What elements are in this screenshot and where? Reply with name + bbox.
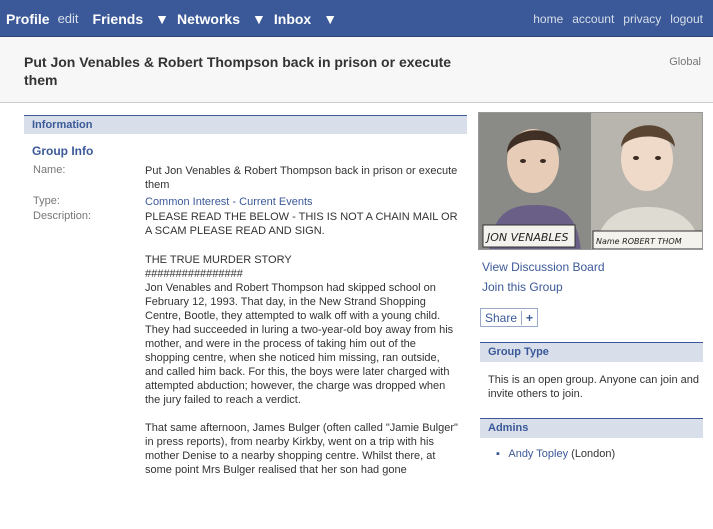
bullet-icon: ▪	[496, 448, 500, 460]
story-rule: ################	[145, 268, 243, 280]
photo-caption-left: JON VENABLES	[485, 231, 568, 244]
nav-home-link[interactable]: home	[533, 12, 563, 26]
nav-networks-link[interactable]: Networks	[177, 11, 240, 27]
story-text: THE TRUE MURDER STORY ################ J…	[145, 253, 460, 477]
name-label: Name:	[33, 164, 66, 176]
group-info-heading: Group Info	[32, 144, 94, 158]
group-type-text: This is an open group. Anyone can join a…	[488, 374, 699, 400]
nav-edit-link[interactable]: edit	[58, 11, 79, 26]
share-plus-icon: +	[521, 310, 537, 325]
friends-dropdown-arrow-icon[interactable]: ▼	[155, 11, 169, 27]
type-label: Type:	[33, 195, 60, 207]
story-paragraph-1: Jon Venables and Robert Thompson had ski…	[145, 282, 454, 406]
join-group-link[interactable]: Join this Group	[482, 280, 563, 294]
top-nav-bar: Profile edit Friends ▼ Networks ▼ Inbox ▼ h…	[0, 0, 713, 37]
networks-dropdown-arrow-icon[interactable]: ▼	[252, 11, 266, 27]
admin-location: (London)	[571, 448, 616, 460]
admin-list-item: ▪ Andy Topley (London)	[496, 448, 615, 460]
nav-logout-link[interactable]: logout	[670, 12, 703, 26]
story-paragraph-2: That same afternoon, James Bulger (often…	[145, 422, 458, 476]
description-intro: PLEASE READ THE BELOW - THIS IS NOT A CH…	[145, 211, 458, 237]
admin-name-link[interactable]: Andy Topley	[508, 448, 568, 460]
share-label: Share	[485, 310, 518, 325]
group-title: Put Jon Venables & Robert Thompson back …	[24, 54, 452, 88]
name-value: Put Jon Venables & Robert Thompson back …	[145, 165, 458, 191]
nav-privacy-link[interactable]: privacy	[623, 12, 661, 26]
type-value-link[interactable]: Common Interest - Current Events	[145, 195, 460, 209]
description-label: Description:	[33, 210, 92, 222]
group-header: Put Jon Venables & Robert Thompson back …	[0, 37, 713, 103]
nav-right: home account privacy logout	[524, 0, 703, 37]
admins-header: Admins	[480, 418, 703, 438]
nav-profile-link[interactable]: Profile	[6, 11, 50, 27]
inbox-dropdown-arrow-icon[interactable]: ▼	[323, 11, 337, 27]
group-type-header: Group Type	[480, 342, 703, 362]
nav-friends-link[interactable]: Friends	[93, 11, 144, 27]
group-photo[interactable]: JON VENABLES Name ROBERT THOM	[478, 112, 703, 250]
nav-inbox-link[interactable]: Inbox	[274, 11, 311, 27]
share-button[interactable]: Share +	[480, 308, 539, 327]
story-heading: THE TRUE MURDER STORY	[145, 254, 292, 266]
information-section-header: Information	[24, 115, 467, 134]
group-photo-image: JON VENABLES Name ROBERT THOM	[479, 113, 702, 249]
nav-account-link[interactable]: account	[572, 12, 614, 26]
photo-caption-right: Name ROBERT THOM	[596, 237, 682, 246]
nav-left: Profile edit Friends ▼ Networks ▼ Inbox ▼	[6, 0, 345, 37]
view-discussion-board-link[interactable]: View Discussion Board	[482, 260, 605, 274]
group-scope: Global	[669, 56, 701, 68]
